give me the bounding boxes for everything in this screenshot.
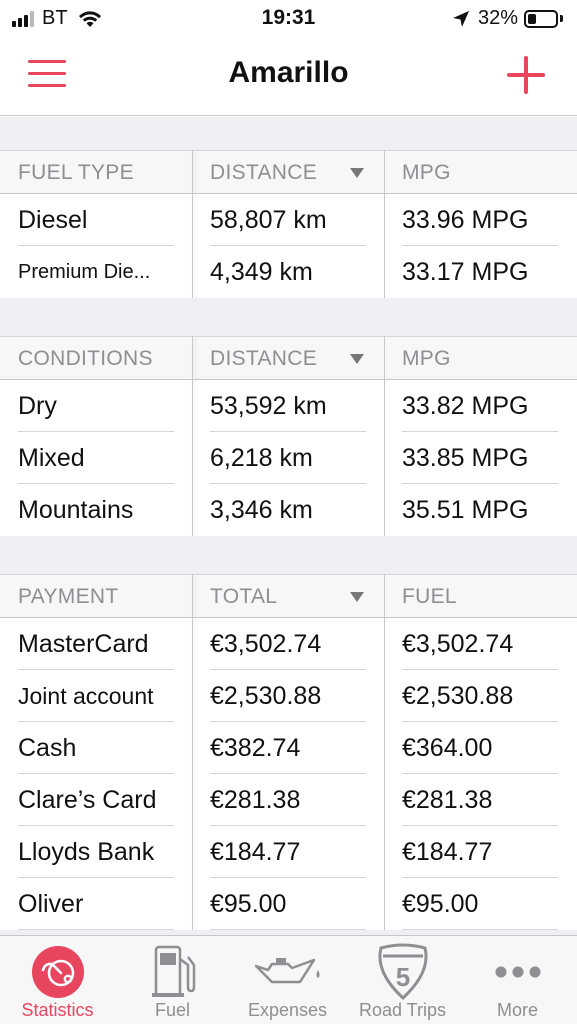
payment-table: PAYMENT TOTAL FUEL MasterCard €3,502.74 … (0, 574, 577, 930)
row-label: Mixed (18, 444, 85, 472)
row-mpg: 33.17 MPG (402, 258, 529, 286)
battery-fill (528, 13, 537, 24)
location-arrow-icon (452, 10, 469, 27)
row-distance: 58,807 km (210, 206, 327, 234)
table-row[interactable]: Diesel 58,807 km 33.96 MPG (0, 194, 577, 246)
tab-fuel[interactable]: Fuel (115, 936, 230, 1024)
row-mpg: 33.85 MPG (402, 444, 529, 472)
row-label: Joint account (18, 683, 154, 709)
row-label: Clare’s Card (18, 786, 157, 814)
table-row[interactable]: Clare’s Card €281.38 €281.38 (0, 774, 577, 826)
table-row[interactable]: Joint account €2,530.88 €2,530.88 (0, 670, 577, 722)
row-total: €2,530.88 (210, 682, 322, 710)
column-header-fuel[interactable]: FUEL (402, 575, 457, 619)
column-header-distance[interactable]: DISTANCE (210, 337, 317, 381)
table-row[interactable]: Dry 53,592 km 33.82 MPG (0, 380, 577, 432)
row-total: €3,502.74 (210, 630, 322, 658)
more-dots-icon (495, 966, 540, 978)
row-distance: 6,218 km (210, 444, 313, 472)
row-total: €184.77 (210, 838, 301, 866)
row-distance: 3,346 km (210, 496, 313, 524)
add-icon[interactable] (507, 56, 545, 94)
table-header: CONDITIONS DISTANCE MPG (0, 336, 577, 380)
row-mpg: 35.51 MPG (402, 496, 529, 524)
tab-more[interactable]: More (460, 936, 575, 1024)
fuel-type-table: FUEL TYPE DISTANCE MPG Diesel 58,807 km … (0, 150, 577, 298)
row-total: €281.38 (210, 786, 301, 814)
row-distance: 4,349 km (210, 258, 313, 286)
status-right: 32% (452, 7, 563, 30)
row-fuel: €2,530.88 (402, 682, 514, 710)
row-label: Lloyds Bank (18, 838, 155, 866)
row-label: Cash (18, 734, 77, 762)
tab-road-trips[interactable]: 5 Road Trips (345, 936, 460, 1024)
tab-statistics[interactable]: Statistics (0, 936, 115, 1024)
column-header-fuel-type[interactable]: FUEL TYPE (18, 151, 134, 195)
row-mpg: 33.82 MPG (402, 392, 529, 420)
column-header-mpg[interactable]: MPG (402, 151, 451, 195)
row-label: Premium Die... (18, 261, 151, 283)
row-fuel: €95.00 (402, 890, 479, 918)
table-row[interactable]: MasterCard €3,502.74 €3,502.74 (0, 618, 577, 670)
sort-descending-icon[interactable] (350, 354, 364, 364)
row-mpg: 33.96 MPG (402, 206, 529, 234)
row-label: Diesel (18, 206, 88, 234)
statistics-icon (31, 946, 84, 998)
table-row[interactable]: Oliver €95.00 €95.00 (0, 878, 577, 930)
row-fuel: €364.00 (402, 734, 493, 762)
table-row[interactable]: Lloyds Bank €184.77 €184.77 (0, 826, 577, 878)
table-row[interactable]: Premium Die... 4,349 km 33.17 MPG (0, 246, 577, 298)
page-title: Amarillo (228, 56, 349, 89)
row-label: Oliver (18, 890, 84, 918)
column-header-conditions[interactable]: CONDITIONS (18, 337, 153, 381)
tab-bar: Statistics Fuel Expenses 5 Road Trips Mo… (0, 935, 577, 1024)
battery-icon (524, 9, 558, 28)
tab-label: Statistics (21, 1000, 94, 1020)
row-fuel: €281.38 (402, 786, 493, 814)
tab-label: Expenses (247, 1000, 328, 1020)
column-header-payment[interactable]: PAYMENT (18, 575, 119, 619)
tab-label: Road Trips (358, 1000, 447, 1020)
row-label: Dry (18, 392, 57, 420)
row-fuel: €184.77 (402, 838, 493, 866)
row-distance: 53,592 km (210, 392, 327, 420)
row-total: €95.00 (210, 890, 287, 918)
tab-label: More (496, 1000, 538, 1020)
navigation-bar: Amarillo (0, 38, 577, 116)
table-header: FUEL TYPE DISTANCE MPG (0, 150, 577, 194)
column-header-mpg[interactable]: MPG (402, 337, 451, 381)
column-header-distance[interactable]: DISTANCE (210, 151, 317, 195)
row-label: Mountains (18, 496, 134, 524)
table-header: PAYMENT TOTAL FUEL (0, 574, 577, 618)
table-row[interactable]: Mountains 3,346 km 35.51 MPG (0, 484, 577, 536)
table-row[interactable]: Cash €382.74 €364.00 (0, 722, 577, 774)
highway-shield-icon: 5 (378, 943, 427, 1001)
row-label: MasterCard (18, 630, 149, 658)
tab-expenses[interactable]: Expenses (230, 936, 345, 1024)
row-total: €382.74 (210, 734, 301, 762)
tab-label: Fuel (154, 1000, 190, 1020)
battery-percent: 32% (477, 7, 518, 29)
table-row[interactable]: Mixed 6,218 km 33.85 MPG (0, 432, 577, 484)
battery-cap (560, 15, 563, 22)
row-fuel: €3,502.74 (402, 630, 514, 658)
conditions-table: CONDITIONS DISTANCE MPG Dry 53,592 km 33… (0, 336, 577, 536)
column-header-total[interactable]: TOTAL (210, 575, 277, 619)
sort-descending-icon[interactable] (350, 592, 364, 602)
road-trip-badge: 5 (395, 962, 409, 992)
statistics-content[interactable]: FUEL TYPE DISTANCE MPG Diesel 58,807 km … (0, 117, 577, 935)
fuel-pump-icon (151, 945, 195, 997)
status-bar: BT 19:31 32% (0, 0, 577, 38)
sort-descending-icon[interactable] (350, 168, 364, 178)
oil-can-icon (254, 958, 319, 984)
